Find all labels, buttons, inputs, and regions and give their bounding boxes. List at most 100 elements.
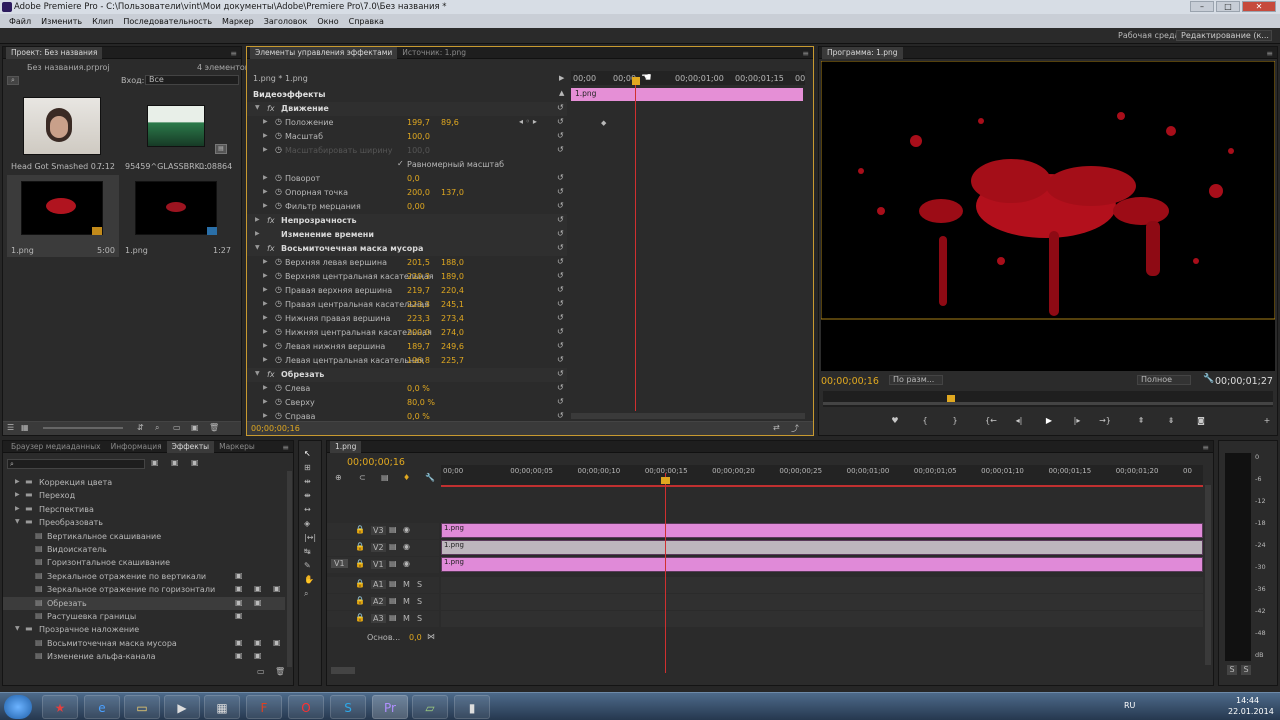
wrench-icon[interactable]: 🔧 [1203,374,1214,384]
taskbar-opera-icon[interactable]: O [288,695,324,719]
expand-triangle-icon[interactable]: ▶ [255,230,260,237]
menu-clip[interactable]: Клип [87,17,118,26]
effects-tree-item[interactable]: ▶ ▬ Перспектива [3,503,285,516]
lock-icon[interactable]: 🔒 [355,613,365,622]
go-to-in-icon[interactable]: {← [983,415,999,427]
master-track-icon[interactable]: ⋈ [427,632,435,641]
pen-tool-icon[interactable]: ✎ [304,561,311,570]
minimize-button[interactable]: – [1190,1,1214,12]
stopwatch-icon[interactable]: ◷ [275,313,282,322]
ec-clip-bar[interactable]: 1.png [571,88,803,101]
slide-tool-icon[interactable]: ↹ [304,547,311,556]
expand-triangle-icon[interactable]: ▶ [263,398,268,405]
taskbar-star-app-icon[interactable]: ★ [42,695,78,719]
step-back-icon[interactable]: ◂| [1011,415,1027,427]
lock-icon[interactable]: 🔒 [355,525,365,534]
in-dropdown[interactable]: Все [145,75,239,85]
razor-tool-icon[interactable]: ◈ [304,519,310,528]
icon-view-icon[interactable]: ▦ [21,423,29,432]
reset-icon[interactable]: ↺ [557,187,564,196]
keyframe-icon[interactable]: ◆ [601,119,606,127]
zoom-tool-icon[interactable]: ⌕ [304,589,308,599]
add-marker-icon[interactable]: ♦ [403,473,410,482]
master-volume-value[interactable]: 0,0 [409,633,422,642]
expand-triangle-icon[interactable]: ▶ [263,146,268,153]
solo-button[interactable]: S [417,580,422,589]
accelerated-icon[interactable]: ▣ [151,458,159,467]
panel-menu-icon[interactable]: ≡ [802,49,809,58]
new-item-icon[interactable]: ▣ [191,423,199,432]
ec-time-ruler[interactable]: 00;00 00;00 00;00;01;00 00;00;01;15 00 ☚ [571,70,805,85]
mark-in-icon[interactable]: { [917,415,933,427]
timeline-v-scrollbar[interactable] [1205,485,1211,665]
nest-icon[interactable]: ▤ [381,473,389,482]
expand-triangle-icon[interactable]: ▼ [255,370,260,377]
track-header[interactable]: 🔒 V2 ▤ ◉ [327,540,439,556]
effect-row[interactable]: ▶ ◷ Левая нижняя вершина 189,7 249,6 ↺ [247,340,567,354]
reset-icon[interactable]: ↺ [557,201,564,210]
track-select-tool-icon[interactable]: ⊞ [304,463,311,472]
sync-lock-icon[interactable]: ▤ [389,525,397,534]
fx-badge-icon[interactable]: fx [267,370,275,379]
sync-lock-icon[interactable]: ▤ [389,613,397,622]
yuv-icon[interactable]: ▣ [191,458,199,467]
rate-stretch-tool-icon[interactable]: ↔ [304,505,311,514]
fx-badge-icon[interactable]: fx [267,244,275,253]
tab-program[interactable]: Программа: 1.png [822,46,903,59]
export-icon[interactable]: ⤴ [791,423,799,434]
timeline-timecode[interactable]: 00;00;00;16 [347,457,405,468]
effect-value-2[interactable]: 273,4 [441,314,464,323]
reset-icon[interactable]: ↺ [557,145,564,154]
tab-sequence[interactable]: 1.png [330,440,362,453]
expand-triangle-icon[interactable]: ▶ [263,286,268,293]
expand-triangle-icon[interactable]: ▼ [255,104,260,111]
timeline-zoom-slider[interactable] [331,667,355,674]
linked-selection-icon[interactable]: ⊂ [359,473,366,482]
export-frame-icon[interactable]: ◙ [1193,415,1209,427]
list-view-icon[interactable]: ☰ [7,423,14,432]
lock-icon[interactable]: 🔒 [355,596,365,605]
effects-tree-item[interactable]: ▤ Зеркальное отражение по вертикали ▣ [3,570,285,583]
stopwatch-icon[interactable]: ◷ [275,187,282,196]
stopwatch-icon[interactable]: ◷ [275,411,282,420]
effect-value-2[interactable]: 189,0 [441,272,464,281]
stopwatch-icon[interactable]: ◷ [275,117,282,126]
menu-help[interactable]: Справка [344,17,389,26]
quality-dropdown[interactable]: Полное [1137,375,1191,385]
zoom-slider[interactable] [43,427,123,429]
effect-value-1[interactable]: 200,0 [407,188,430,197]
solo-button[interactable]: S [417,597,422,606]
stopwatch-icon[interactable]: ◷ [275,397,282,406]
expand-icon[interactable]: ▶ [559,74,564,82]
menu-title[interactable]: Заголовок [259,17,313,26]
program-scrubber[interactable] [823,391,1273,407]
effect-row[interactable]: ▶ ◷ Правая центральная касательная 223,3 245… [247,298,567,312]
track-name[interactable]: A1 [371,580,386,589]
panel-menu-icon[interactable]: ≡ [282,443,289,452]
effects-tree-item[interactable]: ▤ Восьмиточечная маска мусора ▣ ▣ ▣ [3,637,285,650]
keyframe-nav-icon[interactable]: ◂ ◦ ▸ [519,117,537,126]
scrub-zoom-bar[interactable] [823,402,1273,405]
start-button[interactable] [4,695,32,719]
reset-icon[interactable]: ↺ [557,131,564,140]
maximize-button[interactable]: □ [1216,1,1240,12]
tab-effects[interactable]: Эффекты [166,440,215,453]
add-button-icon[interactable]: + [1259,415,1275,427]
timeline-clip[interactable]: 1.png [441,557,1203,572]
track-name[interactable]: A3 [371,614,386,623]
program-playhead[interactable] [947,395,955,402]
taskbar-skype-icon[interactable]: S [330,695,366,719]
effects-tree-item[interactable]: ▤ Вертикальное скашивание [3,530,285,543]
lock-icon[interactable]: 🔒 [355,542,365,551]
effect-value-1[interactable]: 196,8 [407,356,430,365]
selection-tool-icon[interactable]: ↖ [304,449,311,458]
fx-badge-icon[interactable]: fx [267,216,275,225]
expand-triangle-icon[interactable]: ▶ [263,272,268,279]
reset-icon[interactable]: ↺ [557,299,564,308]
new-bin-icon[interactable]: ▭ [257,667,265,676]
expand-triangle-icon[interactable]: ▶ [15,478,20,485]
panel-menu-icon[interactable]: ≡ [230,49,237,58]
expand-triangle-icon[interactable]: ▶ [255,216,260,223]
track-header[interactable]: 🔒 A1 ▤ M S [327,577,439,593]
sync-lock-icon[interactable]: ▤ [389,579,397,588]
